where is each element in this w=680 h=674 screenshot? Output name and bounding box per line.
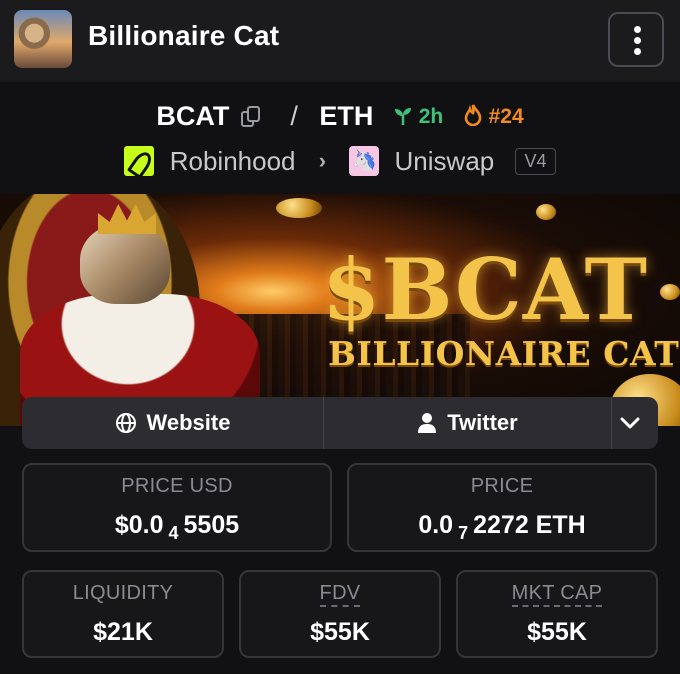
app-header: Billionaire Cat — [0, 0, 680, 82]
pair-age: 2h — [418, 104, 444, 128]
website-button[interactable]: Website — [22, 397, 324, 449]
gold-coin — [536, 204, 556, 220]
dex-breadcrumb: Robinhood › Uniswap V4 — [0, 144, 680, 177]
robinhood-chain-icon — [124, 146, 155, 177]
pair-title: BCAT / ETH 2h #24 — [0, 100, 680, 132]
page-title: Billionaire Cat — [88, 20, 280, 51]
social-links-bar: Website Twitter — [22, 397, 658, 449]
twitter-button[interactable]: Twitter — [324, 397, 612, 449]
price-native-zero-count: 7 — [458, 523, 469, 543]
pair-info: BCAT / ETH 2h #24 Robinhood › Uniswap V4 — [0, 82, 680, 194]
twitter-label: Twitter — [447, 410, 518, 435]
cat-figure — [80, 224, 170, 304]
token-avatar — [14, 10, 72, 68]
flame-icon — [463, 104, 489, 128]
sprout-icon — [393, 105, 419, 128]
price-native-label: PRICE — [470, 475, 534, 497]
banner-title: $BCAT — [322, 240, 648, 339]
market-cap-value: $55K — [527, 618, 587, 646]
dex-name[interactable]: Uniswap — [395, 146, 495, 177]
market-cap-label-text: MKT CAP — [511, 582, 603, 607]
liquidity-card: LIQUIDITY $21K — [22, 570, 224, 658]
price-usd-zero-count: 4 — [168, 523, 179, 543]
price-native-card: PRICE 0.0 7 2272 ETH — [347, 463, 657, 552]
uniswap-icon — [349, 146, 380, 177]
gold-coin — [276, 198, 322, 218]
quote-symbol: ETH — [319, 101, 374, 132]
pair-age-badge: 2h — [393, 105, 443, 129]
base-symbol: BCAT — [156, 101, 230, 132]
copy-icon[interactable] — [240, 105, 261, 128]
market-cap-label: MKT CAP — [458, 582, 656, 607]
price-usd-card: PRICE USD $0.0 4 5505 — [22, 463, 332, 552]
kebab-dot — [634, 48, 641, 55]
globe-icon — [115, 413, 136, 433]
more-menu-button[interactable] — [608, 12, 664, 67]
chevron-right-icon: › — [318, 148, 327, 174]
price-native-digits: 2272 ETH — [473, 511, 586, 539]
liquidity-label: LIQUIDITY — [72, 582, 174, 604]
price-native-prefix: 0.0 — [418, 511, 454, 539]
price-native-value: 0.0 7 2272 ETH — [349, 511, 655, 544]
price-usd-label: PRICE USD — [121, 475, 233, 497]
price-usd-digits: 5505 — [183, 511, 240, 539]
banner-subtitle: BILLIONAIRE CAT — [328, 334, 680, 373]
pair-separator: / — [290, 101, 298, 132]
market-cap-card[interactable]: MKT CAP $55K — [456, 570, 658, 658]
fdv-label: FDV — [241, 582, 439, 607]
price-usd-prefix: $0.0 — [114, 511, 164, 539]
fdv-label-text: FDV — [319, 582, 361, 607]
fdv-value: $55K — [310, 618, 370, 646]
website-label: Website — [146, 410, 231, 435]
price-usd-value: $0.0 4 5505 — [24, 511, 330, 544]
chevron-down-icon — [620, 417, 640, 429]
dex-version-badge: V4 — [515, 147, 556, 175]
fdv-card[interactable]: FDV $55K — [239, 570, 441, 658]
kebab-menu-icon — [634, 26, 641, 33]
trending-rank-badge: #24 — [463, 104, 524, 129]
liquidity-value: $21K — [93, 618, 153, 646]
token-banner-image: $BCAT BILLIONAIRE CAT — [0, 194, 680, 426]
chain-name[interactable]: Robinhood — [170, 146, 296, 177]
kebab-dot — [634, 37, 641, 44]
user-icon — [418, 413, 437, 433]
trending-rank: #24 — [488, 105, 524, 129]
more-links-button[interactable] — [612, 397, 658, 449]
gold-coin — [660, 284, 680, 300]
